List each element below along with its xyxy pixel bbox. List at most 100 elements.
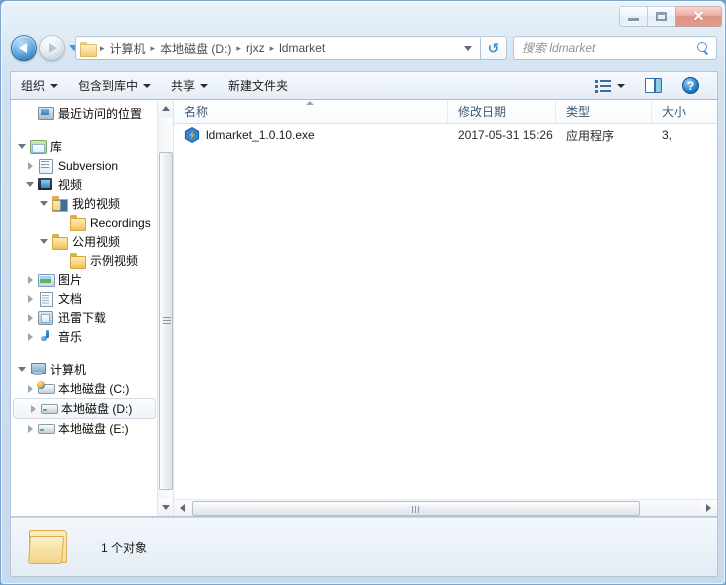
scroll-up-button[interactable] <box>158 100 173 117</box>
tree-item-4[interactable]: 视频 <box>11 175 158 194</box>
column-header-size[interactable]: 大小 <box>652 100 712 123</box>
close-button[interactable]: ✕ <box>675 5 722 27</box>
toolbar-include-in-library-button[interactable]: 包含到库中 <box>68 72 161 99</box>
chevron-down-icon[interactable] <box>15 363 29 377</box>
tree-item-label: 音乐 <box>58 330 83 344</box>
breadcrumb-separator-0: ▸ <box>100 42 105 53</box>
caption-buttons: ✕ <box>619 5 722 27</box>
tree-item-10[interactable]: 文档 <box>11 289 158 308</box>
breadcrumb-item-3[interactable]: ldmarket <box>276 40 328 56</box>
tree-item-7[interactable]: 公用视频 <box>11 232 158 251</box>
tree-item-16[interactable]: 本地磁盘 (D:) <box>13 398 156 419</box>
breadcrumb-item-2[interactable]: rjxz <box>243 40 268 56</box>
toolbar-organize-button[interactable]: 组织 <box>11 72 68 99</box>
search-input[interactable] <box>520 40 697 56</box>
chevron-right-icon[interactable] <box>23 292 37 306</box>
title-bar: ✕ <box>1 1 725 31</box>
chevron-right-icon[interactable] <box>23 330 37 344</box>
folder-icon <box>27 527 71 567</box>
tree-item-3[interactable]: Subversion <box>11 156 158 175</box>
column-header-date[interactable]: 修改日期 <box>448 100 556 123</box>
search-box[interactable] <box>513 36 717 60</box>
folder-icon <box>69 215 86 231</box>
chevron-right-icon[interactable] <box>23 382 37 396</box>
tree-item-15[interactable]: 本地磁盘 (C:) <box>11 379 158 398</box>
chevron-down-icon <box>50 83 59 88</box>
refresh-button[interactable]: ↺ <box>481 36 507 60</box>
help-button[interactable]: ? <box>672 72 709 99</box>
show-preview-pane-button[interactable] <box>635 72 672 99</box>
tree-item-12[interactable]: 音乐 <box>11 327 158 346</box>
address-bar[interactable]: ▸ 计算机 ▸ 本地磁盘 (D:) ▸ rjxz ▸ ldmarket <box>75 36 481 60</box>
horizontal-scrollbar-thumb[interactable] <box>192 500 640 516</box>
library-icon <box>29 139 47 154</box>
tree-item-17[interactable]: 本地磁盘 (E:) <box>11 419 158 438</box>
breadcrumb-item-1[interactable]: 本地磁盘 (D:) <box>157 39 234 58</box>
scroll-right-button[interactable] <box>700 499 717 516</box>
tree-item-5[interactable]: 我的视频 <box>11 194 158 213</box>
toolbar-organize-label: 组织 <box>21 79 46 93</box>
drive-icon <box>37 421 55 436</box>
folder-icon <box>80 41 97 57</box>
tree-item-label: 图片 <box>58 273 83 287</box>
table-row[interactable]: ldmarket_1.0.10.exe 2017-05-31 15:26 应用程序 3… <box>174 124 717 146</box>
picture-icon <box>37 272 55 287</box>
forward-button[interactable] <box>39 35 65 61</box>
minimize-button[interactable] <box>619 5 648 27</box>
chevron-right-icon[interactable] <box>23 159 37 173</box>
scroll-left-button[interactable] <box>174 499 191 516</box>
chevron-right-icon[interactable] <box>23 422 37 436</box>
navigation-pane-scrollbar[interactable] <box>157 100 173 516</box>
forward-arrow-icon <box>49 43 57 53</box>
toolbar-share-button[interactable]: 共享 <box>161 72 218 99</box>
tree-item-6[interactable]: Recordings <box>11 213 158 232</box>
chevron-down-icon[interactable] <box>37 235 51 249</box>
column-header-type[interactable]: 类型 <box>556 100 652 123</box>
toolbar-new-folder-button[interactable]: 新建文件夹 <box>218 72 298 99</box>
tree-item-label: 我的视频 <box>72 197 121 211</box>
file-list-horizontal-scrollbar[interactable] <box>174 499 717 516</box>
chevron-down-icon[interactable] <box>15 140 29 154</box>
chevron-right-icon[interactable] <box>23 273 37 287</box>
address-dropdown-icon[interactable] <box>464 46 472 51</box>
status-text: 1 个对象 <box>101 540 148 555</box>
tree-item-8[interactable]: 示例视频 <box>11 251 158 270</box>
folder-icon <box>69 253 86 269</box>
chevron-down-icon[interactable] <box>37 197 51 211</box>
breadcrumb-separator-3: ▸ <box>269 42 275 53</box>
tree-item-11[interactable]: 迅雷下载 <box>11 308 158 327</box>
chevron-down-icon[interactable] <box>23 178 37 192</box>
chevron-right-icon[interactable] <box>26 402 40 416</box>
chevron-down-icon <box>200 83 209 88</box>
tree-item-14[interactable]: 计算机 <box>11 360 158 379</box>
tree-item-2[interactable]: 库 <box>11 137 158 156</box>
scroll-down-button[interactable] <box>158 499 173 516</box>
back-button[interactable] <box>11 35 37 61</box>
column-header-date-label: 修改日期 <box>458 105 507 119</box>
executable-icon <box>184 127 200 143</box>
tree-item-label: 计算机 <box>50 363 87 377</box>
search-icon <box>697 41 710 55</box>
svn-icon <box>37 158 54 174</box>
column-header-name[interactable]: 名称 <box>174 100 448 123</box>
file-list-pane: 名称 修改日期 类型 大小 ldmarket_1.0.10.exe 2017-05… <box>174 100 717 516</box>
scrollbar-thumb[interactable] <box>159 152 173 490</box>
tree-item-label: 视频 <box>58 178 83 192</box>
maximize-button[interactable] <box>647 5 676 27</box>
tree-no-twisty <box>23 107 37 121</box>
back-arrow-icon <box>19 43 27 53</box>
change-view-button[interactable] <box>585 72 635 99</box>
column-header-size-label: 大小 <box>662 105 687 119</box>
help-icon: ? <box>682 77 699 94</box>
chevron-right-icon[interactable] <box>23 311 37 325</box>
breadcrumb-item-0[interactable]: 计算机 <box>107 39 149 58</box>
navigation-pane: 最近访问的位置库 Subversion 视频我的视频 Recordings 公用视频 示例… <box>11 100 174 516</box>
xunlei-icon <box>37 310 54 325</box>
tree-item-0[interactable]: 最近访问的位置 <box>11 104 158 123</box>
details-pane: 1 个对象 <box>10 517 718 577</box>
toolbar-right-group: ? <box>585 72 717 99</box>
doc-icon <box>37 291 54 307</box>
tree-item-9[interactable]: 图片 <box>11 270 158 289</box>
